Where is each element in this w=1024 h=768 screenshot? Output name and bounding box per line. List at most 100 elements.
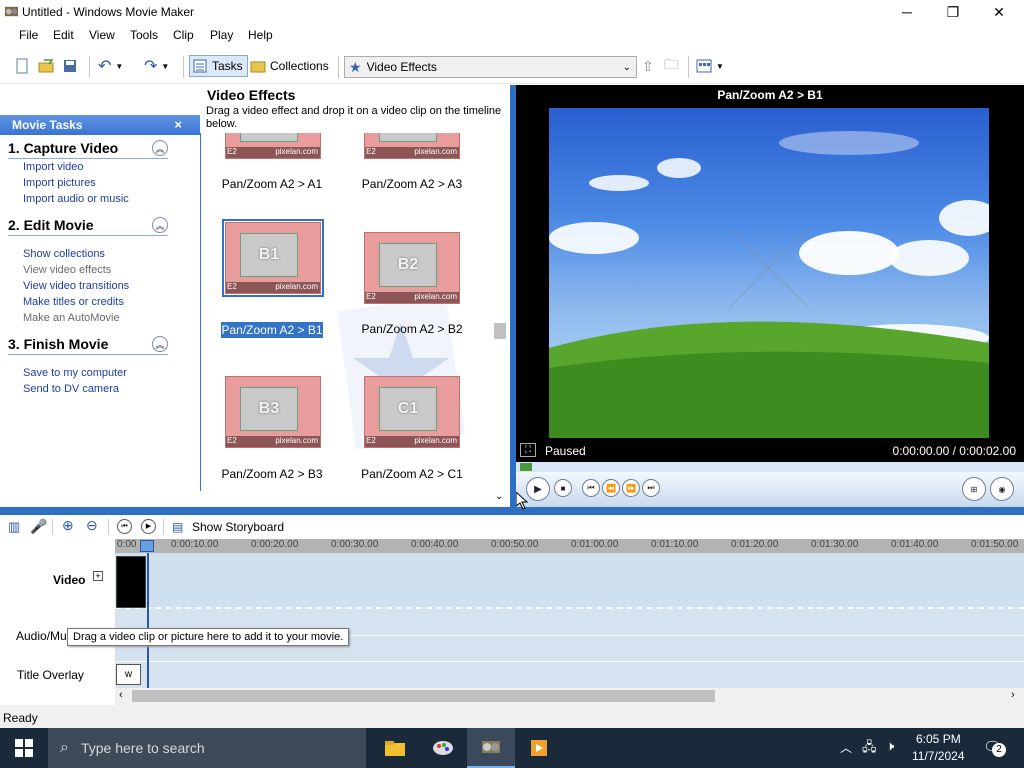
scroll-left-icon[interactable]: ‹ <box>119 689 123 701</box>
collection-select[interactable]: ★ Video Effects ⌄ <box>344 56 637 78</box>
close-tasks-button[interactable]: × <box>174 117 182 132</box>
task-make-titles[interactable]: Make titles or credits <box>23 296 124 308</box>
task-import-audio[interactable]: Import audio or music <box>23 193 129 205</box>
rewind-icon: ⏪ <box>606 483 616 493</box>
start-button[interactable] <box>0 728 48 768</box>
task-view-video-transitions[interactable]: View video transitions <box>23 280 129 292</box>
network-icon[interactable]: 🖧 <box>862 738 877 760</box>
effects-scrollbar[interactable]: ⌄ <box>492 133 509 507</box>
section-divider <box>8 158 168 159</box>
next-frame-button[interactable]: ⏩ <box>622 479 640 497</box>
media-player-taskbar-button[interactable] <box>515 728 563 768</box>
effect-selected-frame[interactable]: B1 E2 pixelan.com <box>222 219 324 297</box>
paint-taskbar-button[interactable] <box>419 728 467 768</box>
menu-tools[interactable]: Tools <box>130 28 158 42</box>
zoom-in-icon[interactable]: ⊕ <box>62 517 74 534</box>
menu-clip[interactable]: Clip <box>173 28 194 42</box>
task-send-to-dv[interactable]: Send to DV camera <box>23 383 119 395</box>
effect-thumbnail[interactable]: E2 pixelan.com <box>364 133 460 159</box>
volume-icon[interactable]: 🕨 <box>886 738 894 754</box>
collections-button[interactable]: Collections <box>250 55 329 77</box>
collapse-icon[interactable]: ︽ <box>152 217 168 233</box>
clock-date[interactable]: 11/7/2024 <box>912 749 965 763</box>
maximize-button[interactable]: ❐ <box>930 0 976 24</box>
ruler-tick: 0:01:00.00 <box>571 539 619 550</box>
expand-track-icon[interactable]: + <box>93 571 103 581</box>
section-edit-movie[interactable]: 2. Edit Movie <box>8 217 94 233</box>
effect-label[interactable]: Pan/Zoom A2 > B2 <box>347 322 477 336</box>
seek-handle[interactable] <box>520 463 532 471</box>
close-button[interactable]: ✕ <box>976 0 1022 24</box>
task-import-pictures[interactable]: Import pictures <box>23 177 96 189</box>
redo-button[interactable]: ↷ ▼ <box>144 55 169 77</box>
set-audio-levels-icon[interactable]: ▥ <box>8 519 20 535</box>
effect-label[interactable]: Pan/Zoom A2 > A1 <box>207 177 337 191</box>
task-import-video[interactable]: Import video <box>23 161 84 173</box>
task-show-collections[interactable]: Show collections <box>23 248 105 260</box>
section-finish-movie[interactable]: 3. Finish Movie <box>8 336 108 352</box>
menu-view[interactable]: View <box>89 28 115 42</box>
taskbar-search[interactable]: ⌕ Type here to search <box>48 728 366 768</box>
play-button[interactable]: ▶ <box>526 477 550 501</box>
clock-time[interactable]: 6:05 PM <box>916 732 961 746</box>
scrollbar-thumb[interactable] <box>132 690 715 702</box>
scroll-down-icon[interactable]: ⌄ <box>495 491 503 502</box>
previous-frame-start-button[interactable]: ⏮ <box>582 479 600 497</box>
take-picture-button[interactable]: ◉ <box>990 477 1014 501</box>
effect-thumbnail[interactable]: B3 E2 pixelan.com <box>225 376 321 448</box>
title-overlay-clip[interactable]: w <box>116 664 141 685</box>
new-collection-button[interactable]: 🗀 <box>664 55 678 77</box>
effect-thumbnail[interactable]: B1 E2 pixelan.com <box>225 222 321 294</box>
file-explorer-taskbar-button[interactable] <box>371 728 419 768</box>
stop-button[interactable]: ■ <box>554 479 572 497</box>
timeline-ruler[interactable]: 0:00 0:00:10.00 0:00:20.00 0:00:30.00 0:… <box>115 539 1024 553</box>
zoom-out-icon[interactable]: ⊖ <box>86 517 98 534</box>
fullscreen-icon[interactable]: ⛶ <box>520 443 536 457</box>
thumb-site: pixelan.com <box>414 147 457 156</box>
views-button[interactable]: ▼ <box>696 55 724 77</box>
timeline-scrollbar[interactable]: ‹ › <box>115 688 1024 705</box>
menu-help[interactable]: Help <box>248 28 273 42</box>
video-track[interactable] <box>115 553 1024 609</box>
section-capture-video[interactable]: 1. Capture Video <box>8 140 118 156</box>
open-project-button[interactable] <box>38 55 54 77</box>
video-effects-pane: Video Effects Drag a video effect and dr… <box>200 85 510 507</box>
new-project-button[interactable] <box>14 55 30 77</box>
effect-label[interactable]: Pan/Zoom A2 > B3 <box>207 467 337 481</box>
show-hidden-icons-icon[interactable]: ︿ <box>840 739 852 756</box>
split-clip-button[interactable]: ⊞ <box>962 477 986 501</box>
video-clip[interactable] <box>116 556 146 608</box>
rewind-timeline-icon[interactable]: ⏮ <box>117 519 132 534</box>
up-level-button[interactable]: ⇧ <box>642 55 654 77</box>
effect-thumbnail[interactable]: E2 pixelan.com <box>225 133 321 159</box>
menu-play[interactable]: Play <box>210 28 233 42</box>
effect-label[interactable]: Pan/Zoom A2 > C1 <box>347 467 477 481</box>
ruler-tick: 0:00:20.00 <box>251 539 299 550</box>
tasks-button[interactable]: Tasks <box>189 55 248 77</box>
scrollbar-thumb[interactable] <box>494 323 506 339</box>
seek-bar[interactable] <box>516 462 1024 472</box>
effect-label[interactable]: Pan/Zoom A2 > A3 <box>347 177 477 191</box>
play-timeline-icon[interactable]: ▶ <box>141 519 156 534</box>
movie-maker-icon <box>482 741 500 753</box>
collapse-icon[interactable]: ︽ <box>152 336 168 352</box>
menu-file[interactable]: File <box>19 28 38 42</box>
scroll-right-icon[interactable]: › <box>1011 689 1015 701</box>
minimize-button[interactable]: ─ <box>884 0 930 24</box>
effect-thumbnail[interactable]: C1 E2 pixelan.com <box>364 376 460 448</box>
menu-edit[interactable]: Edit <box>53 28 74 42</box>
timeline-splitter[interactable] <box>0 507 1024 515</box>
playhead-marker[interactable] <box>140 540 154 552</box>
effect-thumbnail[interactable]: B2 E2 pixelan.com <box>364 232 460 304</box>
show-storyboard-button[interactable]: Show Storyboard <box>192 520 284 534</box>
next-frame-end-button[interactable]: ⏭ <box>642 479 660 497</box>
undo-button[interactable]: ↶ ▼ <box>98 55 123 77</box>
collapse-icon[interactable]: ︽ <box>152 140 168 156</box>
preview-screen <box>549 108 989 438</box>
movie-maker-taskbar-button[interactable] <box>467 728 515 768</box>
narrate-microphone-icon[interactable]: 🎤 <box>30 518 47 535</box>
task-save-to-computer[interactable]: Save to my computer <box>23 367 127 379</box>
previous-frame-button[interactable]: ⏪ <box>602 479 620 497</box>
save-project-button[interactable] <box>62 55 78 77</box>
effect-label-selected[interactable]: Pan/Zoom A2 > B1 <box>221 322 323 338</box>
